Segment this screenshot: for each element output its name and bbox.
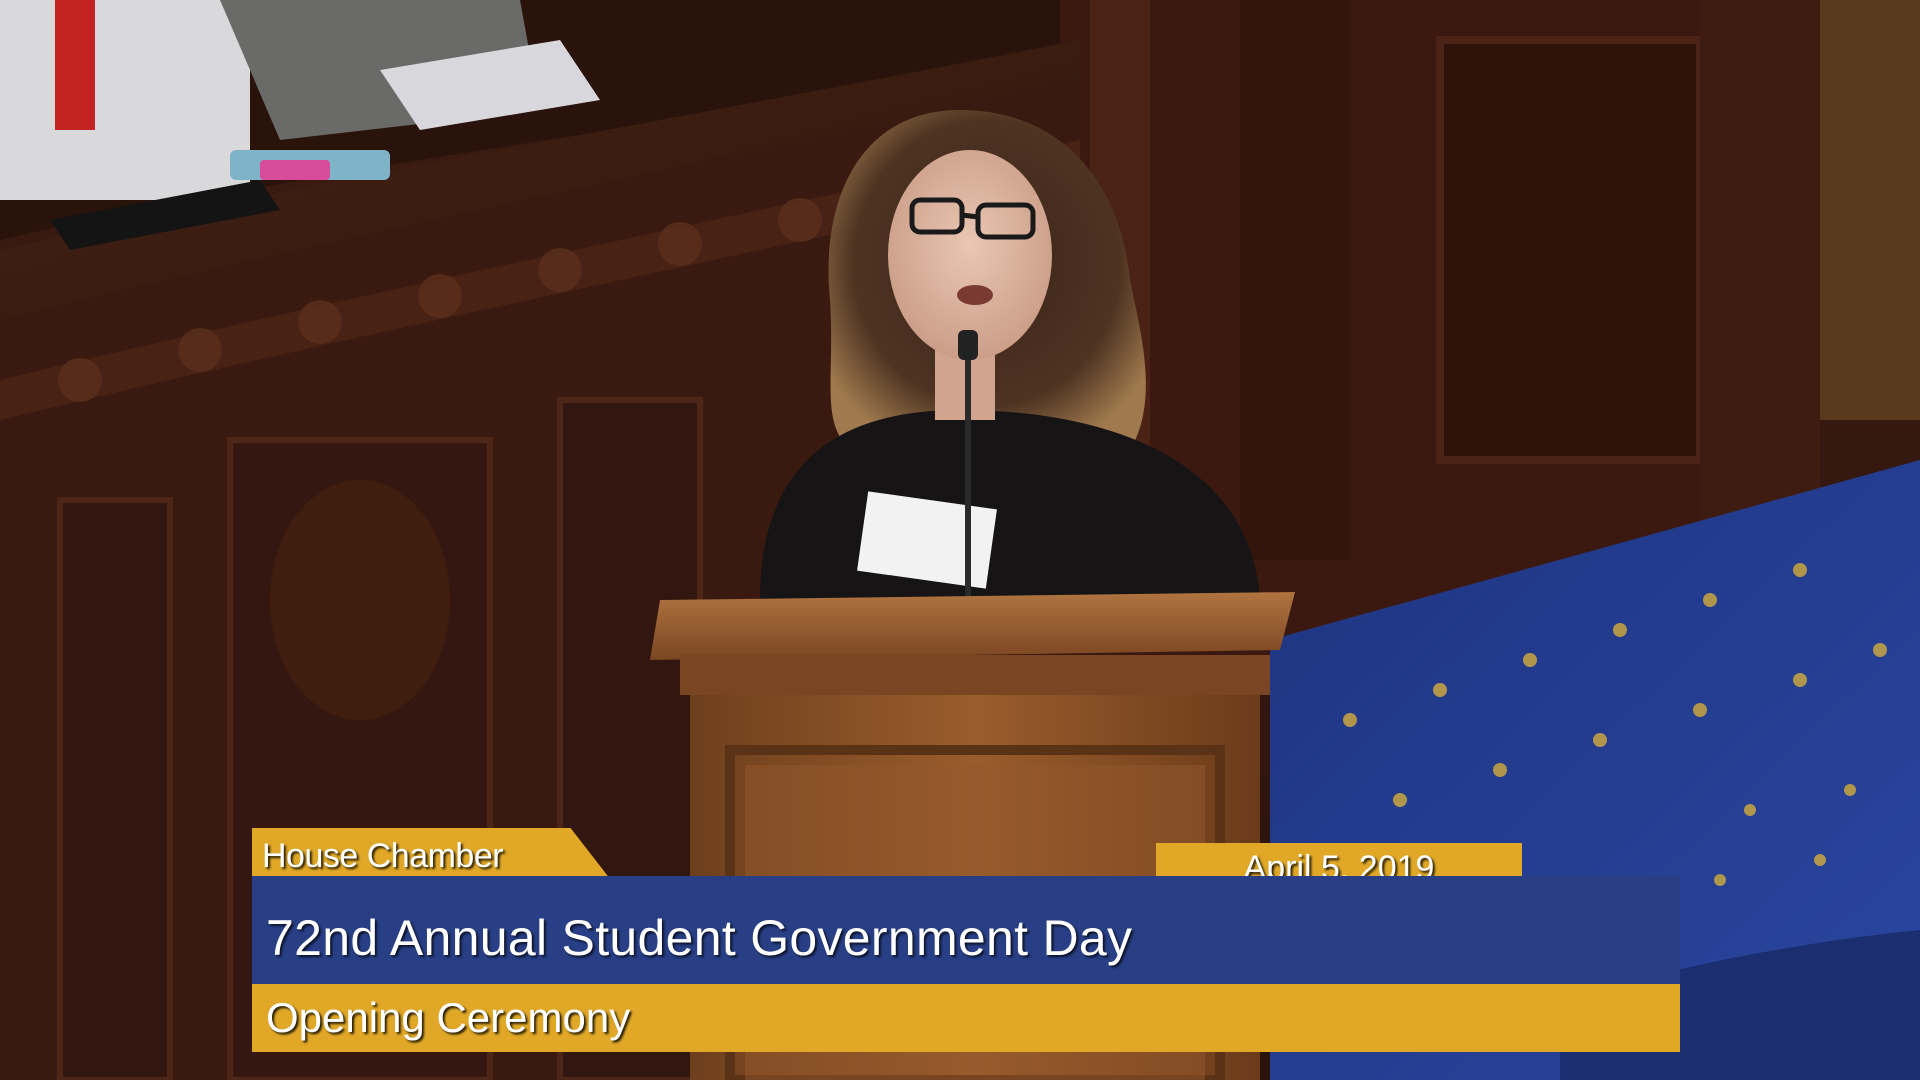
event-title-banner: 72nd Annual Student Government Day [252, 876, 1680, 984]
event-subtitle-banner: Opening Ceremony [252, 984, 1680, 1052]
